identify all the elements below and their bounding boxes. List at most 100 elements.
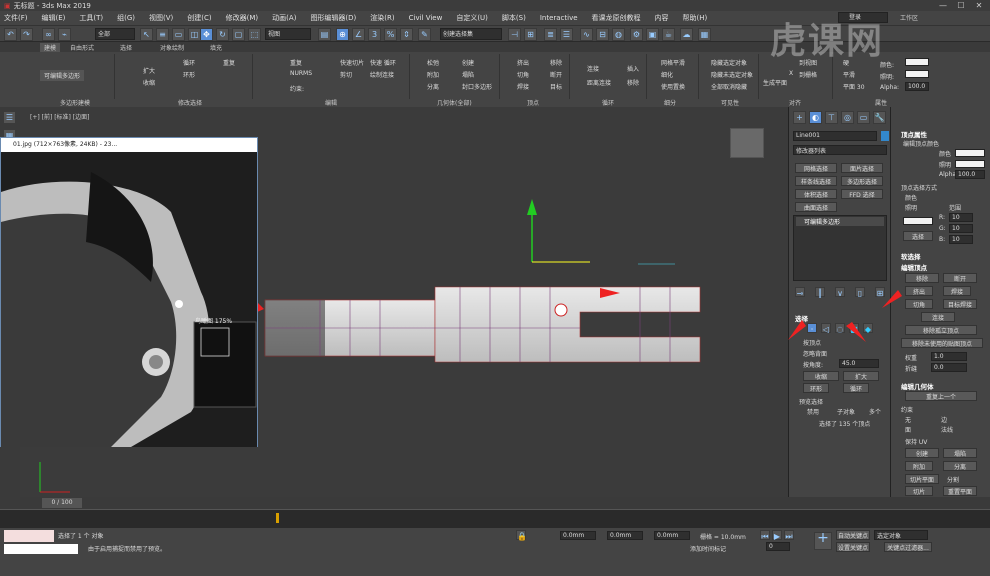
mirror-icon[interactable]: ⊣ <box>508 28 521 41</box>
vertex-alpha-field[interactable]: 100.0 <box>955 170 985 179</box>
render-icon[interactable]: ☕ <box>662 28 675 41</box>
hierarchy-tab-icon[interactable]: ⊤ <box>825 111 838 124</box>
snap-3-icon[interactable]: 3 <box>368 28 381 41</box>
set-key-button[interactable]: 设置关键点 <box>836 542 870 552</box>
split-checkbox[interactable]: 分割 <box>947 475 959 484</box>
align-icon[interactable]: ⊞ <box>524 28 537 41</box>
repeat-last-button[interactable]: 重复上一个 <box>905 391 977 401</box>
surf-select-button[interactable]: 曲面选择 <box>795 202 837 212</box>
preview-subobject-radio[interactable]: 子对象 <box>837 407 855 416</box>
vertex-color-swatch[interactable] <box>955 149 985 157</box>
modifier-stack[interactable]: 可编辑多边形 <box>793 215 887 281</box>
slice-plane-button[interactable]: 切片平面 <box>905 474 939 484</box>
make-planar-label[interactable]: 生成平面 <box>763 78 787 87</box>
cut-label[interactable]: 剪切 <box>340 70 352 79</box>
quickslice-label[interactable]: 快速切片 <box>340 58 364 67</box>
curve-editor-icon[interactable]: ∿ <box>580 28 593 41</box>
menu-item[interactable]: 视图(V) <box>149 13 173 23</box>
snap-icon[interactable]: ⊕ <box>336 28 349 41</box>
nurms-label[interactable]: NURMS <box>290 70 312 77</box>
create-label[interactable]: 创建 <box>462 58 474 67</box>
constraint-edge-radio[interactable]: 边 <box>941 415 947 424</box>
menu-item[interactable]: 修改器(M) <box>226 13 259 23</box>
remove-unused-map-verts-button[interactable]: 移除未使用的贴图顶点 <box>901 338 983 348</box>
tab-freeform[interactable]: 自由形式 <box>70 43 94 52</box>
edit-label[interactable]: 编辑 <box>325 98 337 107</box>
break-button[interactable]: 断开 <box>943 273 977 283</box>
preview-disabled-radio[interactable]: 禁用 <box>807 407 819 416</box>
object-color-swatch[interactable] <box>881 131 889 141</box>
create-tab-icon[interactable]: + <box>793 111 806 124</box>
modify-tab-icon[interactable]: ◐ <box>809 111 822 124</box>
constraint-face-radio[interactable]: 面 <box>905 425 911 434</box>
constraint-none-radio[interactable]: 无 <box>905 415 911 424</box>
range-r-field[interactable]: 10 <box>949 213 973 222</box>
connect-label[interactable]: 连接 <box>587 64 599 73</box>
attach-button[interactable]: 附加 <box>905 461 933 471</box>
use-displacement-label[interactable]: 使用置换 <box>661 82 685 91</box>
image-viewer-window[interactable]: 01.jpg (712×763像素, 24KB) - 23... 鸟瞰图 175… <box>0 137 258 447</box>
stack-item-editable-poly[interactable]: 可编辑多边形 <box>796 217 884 226</box>
viewcube[interactable] <box>730 128 764 158</box>
weld-button[interactable]: 焊接 <box>943 286 971 296</box>
tab-modeling[interactable]: 建模 <box>40 43 61 52</box>
edit-named-sel-icon[interactable]: ✎ <box>418 28 431 41</box>
spline-select-button[interactable]: 样条线选择 <box>795 176 837 186</box>
scene-icon[interactable]: ☰ <box>3 111 16 124</box>
go-end-icon[interactable]: ⏭ <box>784 530 794 541</box>
env-icon[interactable]: ▦ <box>698 28 711 41</box>
ribbon-illum-swatch[interactable] <box>905 70 929 78</box>
unlink-icon[interactable]: ⌁ <box>58 28 71 41</box>
motion-tab-icon[interactable]: ◎ <box>841 111 854 124</box>
constraint-normal-radio[interactable]: 法线 <box>941 425 953 434</box>
poly-select-button[interactable]: 多边形选择 <box>841 176 883 186</box>
mesh-select-button[interactable]: 网格选择 <box>795 163 837 173</box>
ffd-select-button[interactable]: FFD 选择 <box>841 189 883 199</box>
current-frame-field[interactable]: 0 <box>766 542 790 551</box>
set-key-plus-icon[interactable]: + <box>814 531 832 550</box>
auto-key-button[interactable]: 自动关键点 <box>836 530 870 540</box>
select-by-illum-radio[interactable]: 照明 <box>905 203 917 212</box>
spinner-snap-icon[interactable]: ⇕ <box>400 28 413 41</box>
display-tab-icon[interactable]: ▭ <box>857 111 870 124</box>
select-icon[interactable]: ↖ <box>140 28 153 41</box>
layer-icon[interactable]: ≣ <box>544 28 557 41</box>
range-g-field[interactable]: 10 <box>949 224 973 233</box>
grow-label[interactable]: 扩大 <box>143 66 155 75</box>
track-bar[interactable] <box>0 509 990 528</box>
script-input[interactable] <box>4 544 78 554</box>
ring-button[interactable]: 环形 <box>803 383 829 393</box>
percent-snap-icon[interactable]: % <box>384 28 397 41</box>
loops-label[interactable]: 循环 <box>602 98 614 107</box>
remove-label[interactable]: 移除 <box>550 58 562 67</box>
modifier-list-dropdown[interactable]: 修改器列表 <box>793 145 887 155</box>
patch-select-button[interactable]: 面片选择 <box>841 163 883 173</box>
shrink-button[interactable]: 收缩 <box>803 371 839 381</box>
region-select-icon[interactable]: ▭ <box>172 28 185 41</box>
soft-selection-title[interactable]: 软选择 <box>901 251 921 261</box>
edit-vertices-title[interactable]: 编辑顶点 <box>901 262 927 272</box>
material-editor-icon[interactable]: ◍ <box>612 28 625 41</box>
loop-label[interactable]: 循环 <box>183 58 195 67</box>
scale-icon[interactable]: ▢ <box>232 28 245 41</box>
vertex-illum-swatch[interactable] <box>955 160 985 168</box>
repeat-label[interactable]: 重复 <box>223 58 235 67</box>
target-label[interactable]: 目标 <box>550 82 562 91</box>
menu-item[interactable]: 创建(C) <box>187 13 211 23</box>
menu-item[interactable]: 编辑(E) <box>42 13 66 23</box>
vol-select-button[interactable]: 体积选择 <box>795 189 837 199</box>
target-weld-button[interactable]: 目标焊接 <box>943 299 977 309</box>
select-by-color-radio[interactable]: 颜色 <box>905 193 917 202</box>
poly-modeling-label[interactable]: 多边形建模 <box>60 98 90 107</box>
subdivision-label[interactable]: 细分 <box>664 98 676 107</box>
remove-modifier-icon[interactable]: ▯ <box>855 287 865 298</box>
collapse-label[interactable]: 塌陷 <box>462 70 474 79</box>
preserve-uv-checkbox[interactable]: 保持 UV <box>905 437 927 446</box>
place-icon[interactable]: ⬚ <box>248 28 261 41</box>
show-end-result-icon[interactable]: ┃ <box>815 287 825 298</box>
pin-stack-icon[interactable]: ⊸ <box>795 287 805 298</box>
menu-item[interactable]: 图形编辑器(D) <box>310 13 356 23</box>
render-setup-icon[interactable]: ⚙ <box>630 28 643 41</box>
insert-label[interactable]: 插入 <box>627 64 639 73</box>
play-icon[interactable]: ▶ <box>772 530 782 541</box>
